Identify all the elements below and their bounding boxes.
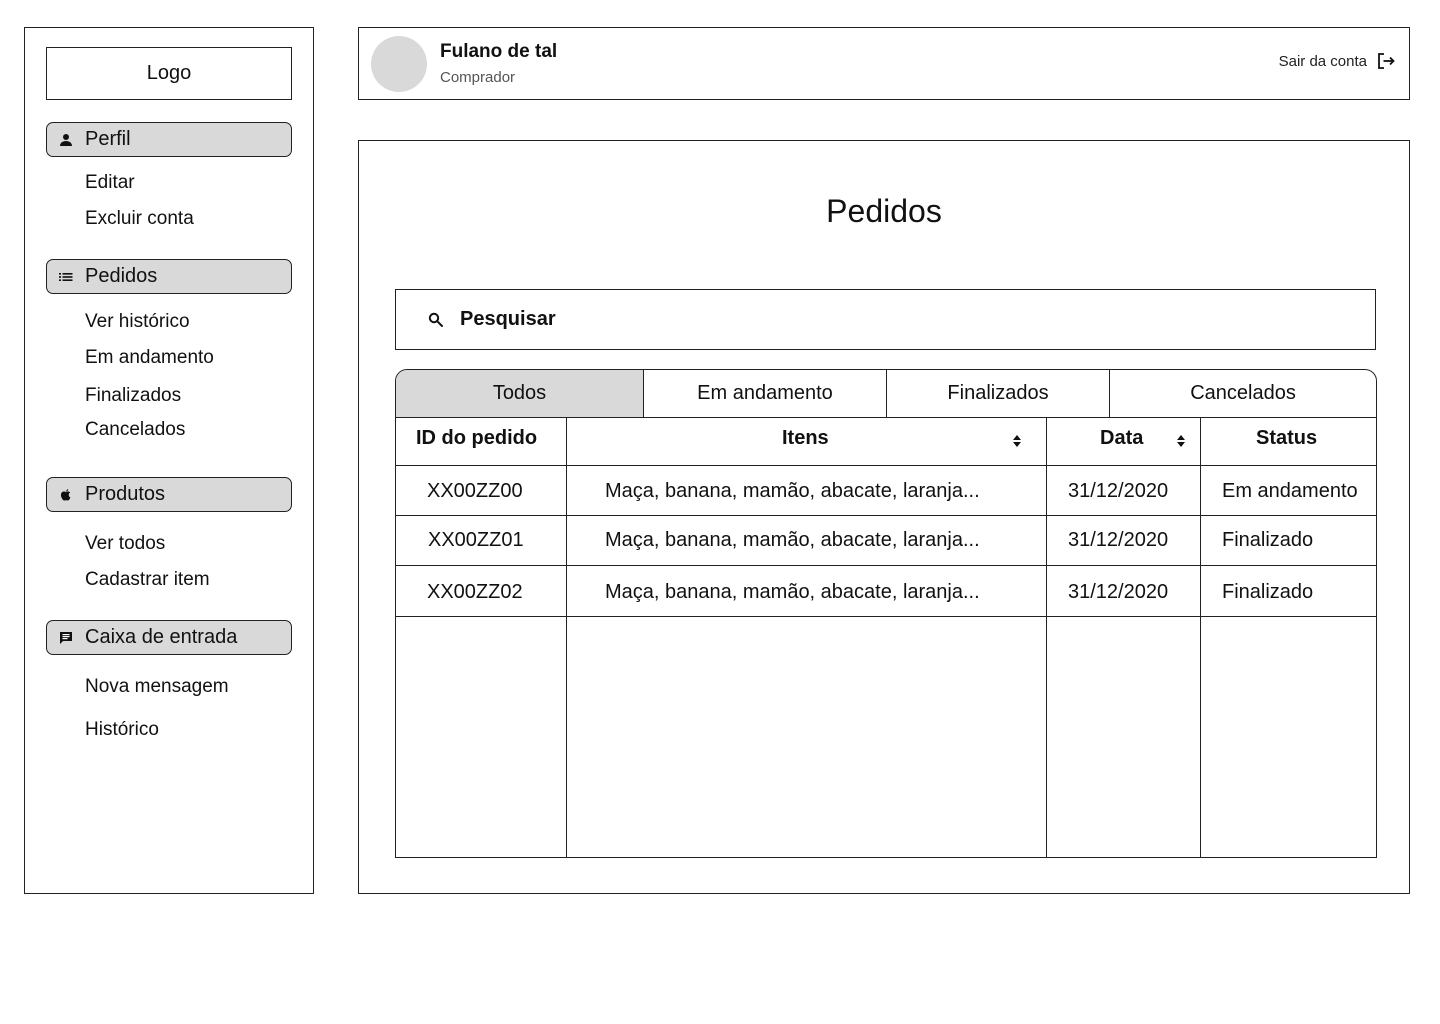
column-divider <box>1046 417 1047 857</box>
row-divider <box>396 465 1376 466</box>
order-status: Finalizado <box>1222 581 1314 603</box>
row-divider <box>396 565 1376 566</box>
avatar <box>371 36 427 92</box>
user-role: Comprador <box>440 69 516 86</box>
sidebar-item-finalizados[interactable]: Finalizados <box>85 385 181 407</box>
user-header: Fulano de tal Comprador Sair da conta <box>358 27 1410 100</box>
search-input[interactable] <box>460 308 1260 331</box>
column-header-data: Data <box>1100 427 1144 449</box>
sidebar-item-nova-mensagem[interactable]: Nova mensagem <box>85 676 229 698</box>
person-icon <box>59 133 73 147</box>
order-date: 31/12/2020 <box>1068 529 1169 551</box>
row-divider <box>396 616 1376 617</box>
tab-cancelados[interactable]: Cancelados <box>1110 370 1376 417</box>
order-status: Finalizado <box>1222 529 1314 551</box>
sidebar-item-excluir-conta[interactable]: Excluir conta <box>85 208 194 230</box>
column-divider <box>566 417 567 857</box>
sidebar-item-cancelados[interactable]: Cancelados <box>85 419 185 441</box>
order-id: XX00ZZ01 <box>428 529 524 551</box>
apple-icon <box>59 488 73 502</box>
sidebar-section-label: Produtos <box>85 483 166 505</box>
tab-finalizados[interactable]: Finalizados <box>887 370 1110 417</box>
logout-label: Sair da conta <box>1278 52 1367 70</box>
sidebar-section-perfil[interactable]: Perfil <box>46 122 292 157</box>
order-items: Maça, banana, mamão, abacate, laranja... <box>605 529 980 551</box>
order-id: XX00ZZ02 <box>427 581 523 603</box>
sidebar: Logo Perfil Editar Excluir conta Pedidos… <box>24 27 314 894</box>
sidebar-section-label: Perfil <box>85 128 131 150</box>
tab-em-andamento[interactable]: Em andamento <box>644 370 887 417</box>
column-header-id: ID do pedido <box>416 427 538 449</box>
logout-icon <box>1377 52 1395 70</box>
sidebar-section-label: Pedidos <box>85 265 158 287</box>
status-tabs: Todos Em andamento Finalizados Cancelado… <box>395 369 1377 418</box>
sort-icon[interactable] <box>1176 434 1186 448</box>
page-title: Pedidos <box>826 193 942 229</box>
sidebar-item-editar[interactable]: Editar <box>85 172 135 194</box>
column-divider <box>1200 417 1201 857</box>
sidebar-item-ver-todos[interactable]: Ver todos <box>85 533 165 555</box>
order-items: Maça, banana, mamão, abacate, laranja... <box>605 581 980 603</box>
sidebar-section-produtos[interactable]: Produtos <box>46 477 292 512</box>
logout-button[interactable]: Sair da conta <box>1279 52 1395 70</box>
sidebar-section-label: Caixa de entrada <box>85 626 238 648</box>
sidebar-item-em-andamento[interactable]: Em andamento <box>85 347 214 369</box>
order-status: Em andamento <box>1222 480 1358 502</box>
message-icon <box>59 631 73 645</box>
list-icon <box>59 270 73 284</box>
search-icon <box>428 312 444 328</box>
order-id: XX00ZZ00 <box>427 480 523 502</box>
sidebar-section-caixa-de-entrada[interactable]: Caixa de entrada <box>46 620 292 655</box>
sidebar-item-historico[interactable]: Histórico <box>85 719 159 741</box>
sort-icon[interactable] <box>1012 434 1022 448</box>
search-bar[interactable] <box>395 289 1376 350</box>
tab-todos[interactable]: Todos <box>396 370 644 417</box>
row-divider <box>396 515 1376 516</box>
sidebar-item-cadastrar-item[interactable]: Cadastrar item <box>85 569 210 591</box>
sidebar-item-ver-historico[interactable]: Ver histórico <box>85 311 190 333</box>
order-date: 31/12/2020 <box>1068 480 1169 502</box>
sidebar-section-pedidos[interactable]: Pedidos <box>46 259 292 294</box>
orders-table: ID do pedido Itens Data Status XX00ZZ00 … <box>395 417 1377 858</box>
order-items: Maça, banana, mamão, abacate, laranja... <box>605 480 980 502</box>
order-date: 31/12/2020 <box>1068 581 1169 603</box>
orders-panel: Pedidos Todos Em andamento Finalizados C… <box>358 140 1410 894</box>
column-header-status: Status <box>1256 427 1318 449</box>
column-header-itens: Itens <box>782 427 829 449</box>
logo: Logo <box>46 47 292 100</box>
user-name: Fulano de tal <box>440 41 558 62</box>
